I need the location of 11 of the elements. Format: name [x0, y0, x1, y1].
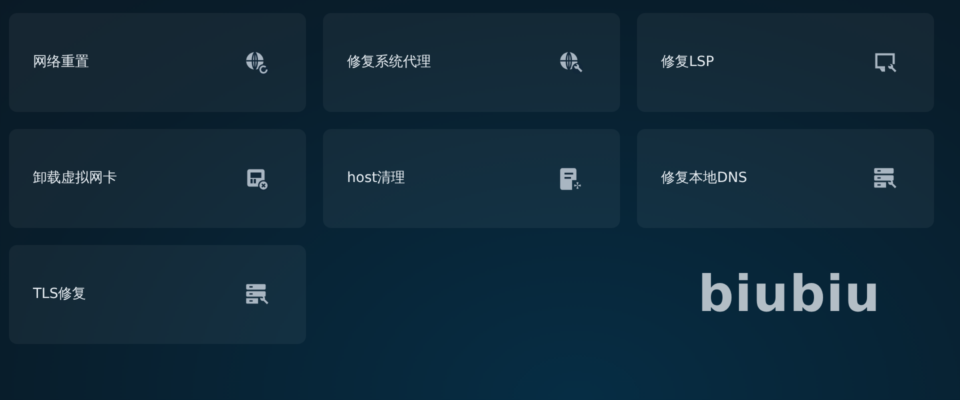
globe-wrench-icon — [558, 50, 584, 76]
tool-card[interactable]: TLS修复 — [9, 245, 306, 344]
document-fan-icon — [558, 166, 584, 192]
tool-card[interactable]: 修复LSP — [637, 13, 934, 112]
tool-card[interactable]: 卸载虚拟网卡 — [9, 129, 306, 228]
app-logo: biubiu — [698, 264, 882, 325]
globe-refresh-icon — [244, 50, 270, 76]
tool-card[interactable]: 修复本地DNS — [637, 129, 934, 228]
tool-card[interactable]: 修复系统代理 — [323, 13, 620, 112]
tool-card[interactable]: 网络重置 — [9, 13, 306, 112]
tool-card[interactable]: host清理 — [323, 129, 620, 228]
